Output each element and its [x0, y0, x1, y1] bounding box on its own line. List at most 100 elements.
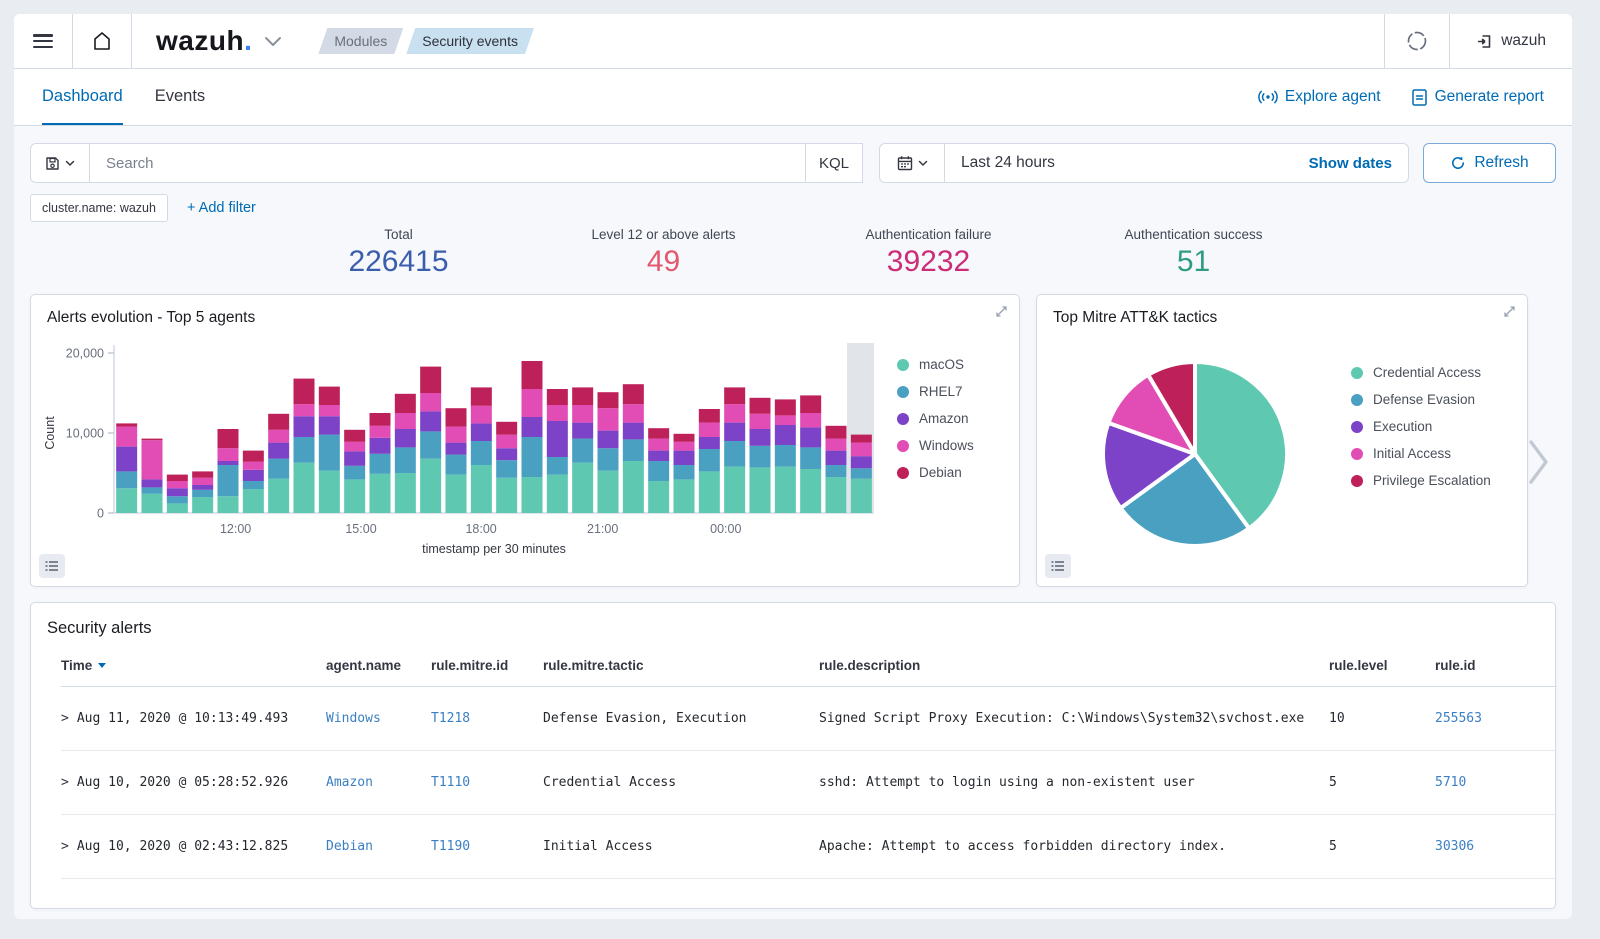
bar-segment-Windows[interactable] [268, 430, 289, 443]
bar-segment-macOS[interactable] [192, 497, 213, 513]
legend-item-rhel7[interactable]: RHEL7 [897, 378, 974, 405]
table-row[interactable]: >Aug 10, 2020 @ 02:43:12.825DebianT1190I… [61, 815, 1556, 879]
bar-segment-Windows[interactable] [750, 414, 771, 429]
add-filter-button[interactable]: + Add filter [187, 200, 256, 216]
bar-segment-Windows[interactable] [522, 389, 543, 417]
bar-segment-Windows[interactable] [370, 426, 391, 438]
bar-stack[interactable] [750, 398, 771, 513]
bar-segment-Amazon[interactable] [370, 438, 391, 454]
bar-segment-Debian[interactable] [800, 395, 821, 413]
kql-button[interactable]: KQL [805, 144, 862, 182]
bar-stack[interactable] [826, 426, 847, 513]
bar-segment-Debian[interactable] [699, 409, 720, 423]
bar-segment-macOS[interactable] [268, 479, 289, 513]
bar-segment-macOS[interactable] [218, 496, 239, 513]
menu-button[interactable] [14, 14, 72, 68]
bar-stack[interactable] [319, 387, 340, 513]
bar-stack[interactable] [775, 399, 796, 513]
table-row[interactable]: >Aug 10, 2020 @ 05:28:52.926AmazonT1110C… [61, 751, 1556, 815]
legend-item-credential-access[interactable]: Credential Access [1351, 359, 1491, 386]
bar-segment-macOS[interactable] [674, 479, 695, 513]
user-menu[interactable]: wazuh [1450, 32, 1572, 50]
bar-stack[interactable] [420, 367, 441, 513]
bar-segment-macOS[interactable] [826, 477, 847, 513]
bar-segment-Windows[interactable] [344, 442, 365, 452]
bar-segment-Windows[interactable] [547, 405, 568, 421]
bar-segment-Amazon[interactable] [826, 451, 847, 465]
bar-segment-Debian[interactable] [496, 422, 517, 435]
home-button[interactable] [73, 14, 131, 68]
legend-item-debian[interactable]: Debian [897, 459, 974, 486]
legend-item-macos[interactable]: macOS [897, 351, 974, 378]
bar-segment-RHEL7[interactable] [294, 437, 315, 463]
bar-segment-Windows[interactable] [116, 427, 137, 447]
logo-menu[interactable]: wazuh. [132, 14, 296, 68]
bar-segment-macOS[interactable] [319, 471, 340, 513]
bar-segment-Debian[interactable] [167, 475, 188, 481]
bar-segment-Amazon[interactable] [268, 443, 289, 459]
bar-segment-Amazon[interactable] [167, 488, 188, 496]
bar-stack[interactable] [598, 392, 619, 513]
bar-segment-Windows[interactable] [851, 443, 872, 457]
bar-segment-Windows[interactable] [674, 442, 695, 451]
next-panels-button[interactable] [1528, 438, 1550, 486]
mitre-tactics-pie-chart[interactable] [1095, 354, 1295, 554]
rule-id-link[interactable]: 30306 [1435, 839, 1474, 854]
bar-segment-macOS[interactable] [547, 475, 568, 513]
stat-value[interactable]: 39232 [796, 245, 1061, 279]
bar-segment-macOS[interactable] [116, 488, 137, 513]
bar-segment-RHEL7[interactable] [218, 465, 239, 496]
bar-segment-macOS[interactable] [648, 481, 669, 513]
bar-segment-Amazon[interactable] [420, 411, 441, 431]
bar-segment-Amazon[interactable] [699, 437, 720, 449]
row-expand-icon[interactable]: > [61, 839, 69, 854]
bar-stack[interactable] [522, 361, 543, 513]
row-expand-icon[interactable]: > [61, 775, 69, 790]
bar-segment-macOS[interactable] [395, 473, 416, 513]
bar-segment-RHEL7[interactable] [370, 454, 391, 474]
bar-segment-Windows[interactable] [218, 448, 239, 461]
bar-segment-macOS[interactable] [142, 494, 163, 513]
bar-segment-Windows[interactable] [648, 439, 669, 451]
bar-segment-Amazon[interactable] [294, 416, 315, 437]
bar-segment-Windows[interactable] [167, 481, 188, 488]
bar-segment-Debian[interactable] [344, 430, 365, 442]
bar-segment-Windows[interactable] [623, 404, 644, 422]
agent-link[interactable]: Debian [326, 839, 373, 854]
bar-segment-Windows[interactable] [572, 405, 593, 423]
row-expand-icon[interactable]: > [61, 711, 69, 726]
bar-segment-macOS[interactable] [243, 489, 264, 513]
bar-segment-Amazon[interactable] [116, 447, 137, 472]
bar-segment-Windows[interactable] [192, 478, 213, 485]
col-rule-mitre-tactic[interactable]: rule.mitre.tactic [543, 648, 819, 687]
bar-segment-Debian[interactable] [623, 384, 644, 404]
bar-segment-Debian[interactable] [370, 413, 391, 426]
bar-segment-Debian[interactable] [775, 399, 796, 415]
bar-stack[interactable] [496, 422, 517, 513]
bar-segment-RHEL7[interactable] [851, 468, 872, 478]
bar-segment-macOS[interactable] [420, 459, 441, 513]
bar-segment-RHEL7[interactable] [344, 466, 365, 480]
inspect-chart-button[interactable] [39, 554, 65, 578]
bar-segment-Amazon[interactable] [775, 425, 796, 445]
bar-segment-Amazon[interactable] [395, 429, 416, 447]
bar-stack[interactable] [800, 395, 821, 513]
bar-segment-macOS[interactable] [167, 503, 188, 513]
breadcrumb-modules[interactable]: Modules [318, 28, 403, 54]
bar-segment-Windows[interactable] [471, 406, 492, 424]
bar-segment-Debian[interactable] [724, 387, 745, 404]
bar-segment-RHEL7[interactable] [496, 460, 517, 478]
bar-segment-Windows[interactable] [826, 439, 847, 451]
time-range-value[interactable]: Last 24 hours [945, 154, 1309, 172]
bar-segment-Debian[interactable] [522, 361, 543, 389]
bar-segment-RHEL7[interactable] [319, 435, 340, 471]
generate-report-button[interactable]: Generate report [1411, 69, 1544, 125]
bar-segment-Amazon[interactable] [547, 421, 568, 457]
bar-segment-Amazon[interactable] [319, 416, 340, 434]
bar-segment-Debian[interactable] [319, 387, 340, 405]
bar-stack[interactable] [648, 428, 669, 513]
bar-segment-Windows[interactable] [243, 462, 264, 470]
bar-segment-Debian[interactable] [116, 423, 137, 426]
expand-panel-button[interactable] [995, 305, 1008, 318]
bar-segment-macOS[interactable] [344, 479, 365, 513]
